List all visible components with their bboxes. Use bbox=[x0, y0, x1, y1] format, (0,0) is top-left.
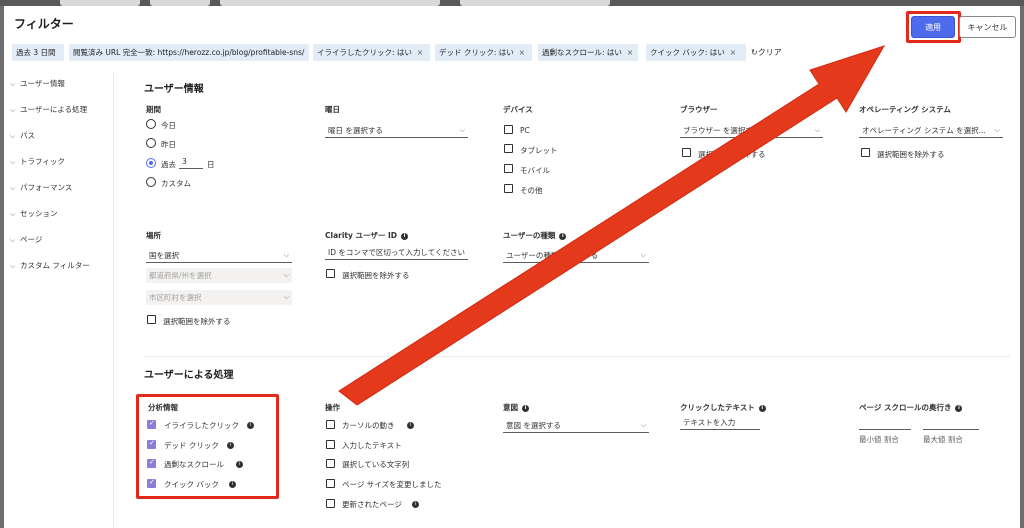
clicked-text-label: クリックしたテキスト i bbox=[680, 402, 766, 413]
clicked-text-input[interactable]: テキストを入力 bbox=[680, 415, 760, 430]
prefecture-dropdown: 都道府県/州を選択 ⌵ bbox=[146, 268, 292, 283]
checkbox-cursor-move[interactable] bbox=[326, 420, 335, 429]
intent-dropdown[interactable]: 意図 を選択する ⌵ bbox=[503, 418, 649, 433]
chevron-down-icon: ⌵ bbox=[10, 210, 16, 218]
sidebar-item-page[interactable]: ⌵ ページ bbox=[10, 234, 42, 245]
os-label: オペレーティング システム bbox=[859, 105, 951, 114]
clarity-id-input[interactable]: ID をコンマで区切って入力してください bbox=[325, 245, 468, 260]
scroll-depth-min-input[interactable] bbox=[859, 415, 911, 430]
checkbox-tablet[interactable] bbox=[504, 144, 513, 153]
sidebar-item-path[interactable]: ⌵ パス bbox=[10, 130, 35, 141]
city-dropdown: 市区町村を選択 ⌵ bbox=[146, 290, 292, 305]
insights-highlight-box bbox=[136, 394, 279, 499]
cancel-button[interactable]: キャンセル bbox=[959, 16, 1016, 38]
close-icon[interactable]: × bbox=[417, 48, 423, 57]
info-icon[interactable]: i bbox=[400, 232, 408, 240]
os-dropdown[interactable]: オペレーティング システム を選択... ⌵ bbox=[859, 123, 1003, 138]
radio-custom[interactable] bbox=[146, 177, 156, 187]
filter-chip-quick-back[interactable]: クイック バック: はい × bbox=[646, 44, 746, 61]
chevron-down-icon: ⌵ bbox=[640, 421, 646, 429]
close-icon[interactable]: × bbox=[730, 48, 736, 57]
chevron-down-icon: ⌵ bbox=[10, 80, 16, 88]
checkbox-other[interactable] bbox=[504, 184, 513, 193]
close-icon[interactable]: × bbox=[519, 48, 525, 57]
checkbox-browser-exclude[interactable] bbox=[682, 148, 691, 157]
sidebar-item-session[interactable]: ⌵ セッション bbox=[10, 208, 58, 219]
filter-chip-url[interactable]: 閲覧済み URL 完全一致: https://herozz.co.jp/blog… bbox=[69, 44, 309, 61]
checkbox-typed-text[interactable] bbox=[326, 440, 335, 449]
checkbox-os-exclude[interactable] bbox=[861, 148, 870, 157]
radio-today[interactable] bbox=[146, 119, 156, 129]
info-icon[interactable]: i bbox=[758, 404, 766, 412]
checkbox-mobile[interactable] bbox=[504, 164, 513, 173]
chevron-down-icon: ⌵ bbox=[640, 251, 646, 259]
scroll-depth-label: ページ スクロールの奥行き i bbox=[859, 402, 963, 413]
section-title-user-info: ユーザー情報 bbox=[144, 84, 204, 95]
chevron-down-icon: ⌵ bbox=[814, 126, 820, 134]
sidebar-item-custom-filter[interactable]: ⌵ カスタム フィルター bbox=[10, 260, 90, 271]
sidebar-item-user-info[interactable]: ⌵ ユーザー情報 bbox=[10, 78, 65, 89]
weekday-dropdown[interactable]: 曜日 を選択する ⌵ bbox=[325, 123, 468, 138]
location-label: 場所 bbox=[146, 231, 161, 240]
sidebar: ⌵ ユーザー情報 ⌵ ユーザーによる処理 ⌵ パス ⌵ トラフィック ⌵ パフォーマンス … bbox=[4, 72, 114, 528]
page-title: フィルター bbox=[14, 17, 74, 31]
browser-dropdown[interactable]: ブラウザー を選択する ⌵ bbox=[680, 123, 823, 138]
checkbox-selected-text[interactable] bbox=[326, 459, 335, 468]
chevron-down-icon: ⌵ bbox=[459, 126, 465, 134]
info-icon[interactable]: i bbox=[955, 404, 963, 412]
filter-panel: フィルター 適用 キャンセル 過去 3 日間 閲覧済み URL 完全一致: ht… bbox=[4, 6, 1020, 528]
sidebar-item-user-actions[interactable]: ⌵ ユーザーによる処理 bbox=[10, 104, 87, 115]
sidebar-item-performance[interactable]: ⌵ パフォーマンス bbox=[10, 182, 72, 193]
chevron-down-icon: ⌵ bbox=[994, 126, 1000, 134]
browser-label: ブラウザー bbox=[680, 105, 718, 114]
clear-button[interactable]: ↻クリア bbox=[751, 44, 782, 61]
filter-chip-excessive-scroll[interactable]: 過剰なスクロール: はい × bbox=[538, 44, 638, 61]
checkbox-pc[interactable] bbox=[504, 125, 513, 134]
device-label: デバイス bbox=[503, 105, 533, 114]
chevron-down-icon: ⌵ bbox=[10, 236, 16, 244]
filter-content: ユーザー情報 期間 今日 昨日 過去 3 日 カスタム 曜日 曜日 を選択する ⌵… bbox=[114, 72, 1020, 528]
refresh-icon: ↻ bbox=[751, 48, 758, 57]
scroll-depth-max-input[interactable] bbox=[923, 415, 979, 430]
info-icon[interactable]: i bbox=[407, 422, 414, 429]
chevron-down-icon: ⌵ bbox=[10, 158, 16, 166]
filter-chip-rage-click[interactable]: イライラしたクリック: はい × bbox=[313, 44, 430, 61]
radio-past[interactable] bbox=[146, 158, 156, 168]
apply-highlight-box bbox=[906, 11, 961, 43]
chevron-down-icon: ⌵ bbox=[283, 271, 289, 279]
chevron-down-icon: ⌵ bbox=[283, 293, 289, 301]
info-icon[interactable]: i bbox=[412, 501, 419, 508]
chevron-down-icon: ⌵ bbox=[10, 262, 16, 270]
chevron-down-icon: ⌵ bbox=[10, 132, 16, 140]
radio-yesterday[interactable] bbox=[146, 138, 156, 148]
user-type-dropdown[interactable]: ユーザーの種類 を選択する ⌵ bbox=[503, 248, 649, 263]
checkbox-location-exclude[interactable] bbox=[147, 315, 156, 324]
checkbox-clarity-id-exclude[interactable] bbox=[326, 269, 335, 278]
chevron-down-icon: ⌵ bbox=[283, 251, 289, 259]
user-type-label: ユーザーの種類 i bbox=[503, 230, 567, 241]
period-label: 期間 bbox=[146, 105, 161, 114]
screenshot-frame: フィルター 適用 キャンセル 過去 3 日間 閲覧済み URL 完全一致: ht… bbox=[0, 0, 1024, 528]
intent-label: 意図 i bbox=[503, 402, 529, 413]
info-icon[interactable]: i bbox=[559, 232, 567, 240]
close-icon[interactable]: × bbox=[627, 48, 633, 57]
section-title-user-actions: ユーザーによる処理 bbox=[144, 370, 234, 381]
info-icon[interactable]: i bbox=[522, 404, 529, 412]
actions-label: 操作 bbox=[325, 403, 340, 412]
past-days-input[interactable]: 3 bbox=[179, 154, 203, 169]
country-dropdown[interactable]: 国を選択 ⌵ bbox=[146, 248, 292, 263]
filter-chip-dead-click[interactable]: デッド クリック: はい × bbox=[435, 44, 532, 61]
sidebar-item-traffic[interactable]: ⌵ トラフィック bbox=[10, 156, 65, 167]
weekday-label: 曜日 bbox=[325, 105, 340, 114]
clarity-id-label: Clarity ユーザー ID i bbox=[325, 230, 408, 241]
active-filter-chips: 過去 3 日間 閲覧済み URL 完全一致: https://herozz.co… bbox=[12, 44, 1012, 64]
filter-chip-period[interactable]: 過去 3 日間 bbox=[12, 44, 64, 61]
checkbox-page-refresh[interactable] bbox=[326, 499, 335, 508]
section-divider bbox=[144, 356, 1010, 357]
checkbox-page-resize[interactable] bbox=[326, 479, 335, 488]
chevron-down-icon: ⌵ bbox=[10, 106, 16, 114]
chevron-down-icon: ⌵ bbox=[10, 184, 16, 192]
